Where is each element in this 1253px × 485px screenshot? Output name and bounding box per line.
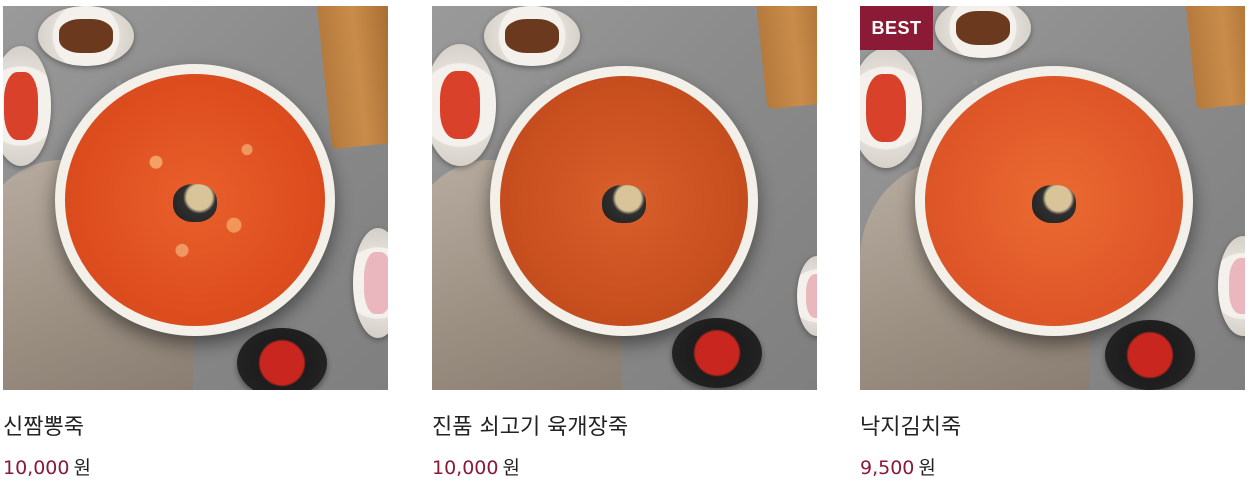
price-value: 9,500: [860, 457, 915, 479]
kimchi-dish-icon: [3, 46, 51, 166]
price-value: 10,000: [3, 457, 70, 479]
side-dish-icon: [797, 256, 817, 336]
porridge-bowl: [915, 66, 1193, 336]
porridge-bowl: [55, 64, 335, 336]
product-image[interactable]: [3, 6, 388, 390]
side-dish-icon: [1218, 236, 1245, 336]
product-card[interactable]: BEST 낙지김치죽 9,500 원: [860, 0, 1245, 485]
product-price: 9,500 원: [860, 453, 936, 480]
side-dish-icon: [935, 6, 1031, 58]
porridge-bowl: [490, 66, 758, 336]
product-card[interactable]: 진품 쇠고기 육개장죽 10,000 원: [432, 0, 817, 485]
product-price: 10,000 원: [3, 453, 91, 480]
side-dish-icon: [353, 228, 388, 338]
product-price: 10,000 원: [432, 453, 520, 480]
price-value: 10,000: [432, 457, 499, 479]
side-dish-icon: [484, 6, 580, 66]
kimchi-dish-icon: [860, 48, 922, 168]
wooden-board-decoration: [1185, 6, 1245, 110]
price-currency: 원: [73, 457, 91, 479]
red-pepper-paste-icon: [1105, 320, 1195, 390]
best-badge: BEST: [860, 6, 933, 50]
product-name[interactable]: 진품 쇠고기 육개장죽: [432, 409, 628, 441]
wooden-board-decoration: [754, 6, 817, 110]
product-name[interactable]: 낙지김치죽: [860, 409, 961, 441]
red-pepper-paste-icon: [672, 318, 762, 388]
price-currency: 원: [502, 457, 520, 479]
side-dish-icon: [38, 6, 134, 66]
wooden-board-decoration: [316, 6, 388, 150]
kimchi-dish-icon: [432, 44, 496, 166]
product-image[interactable]: [860, 6, 1245, 390]
product-image[interactable]: [432, 6, 817, 390]
red-pepper-paste-icon: [237, 328, 327, 390]
product-name[interactable]: 신짬뽕죽: [3, 409, 84, 441]
price-currency: 원: [918, 457, 936, 479]
product-card[interactable]: 신짬뽕죽 10,000 원: [3, 0, 388, 485]
